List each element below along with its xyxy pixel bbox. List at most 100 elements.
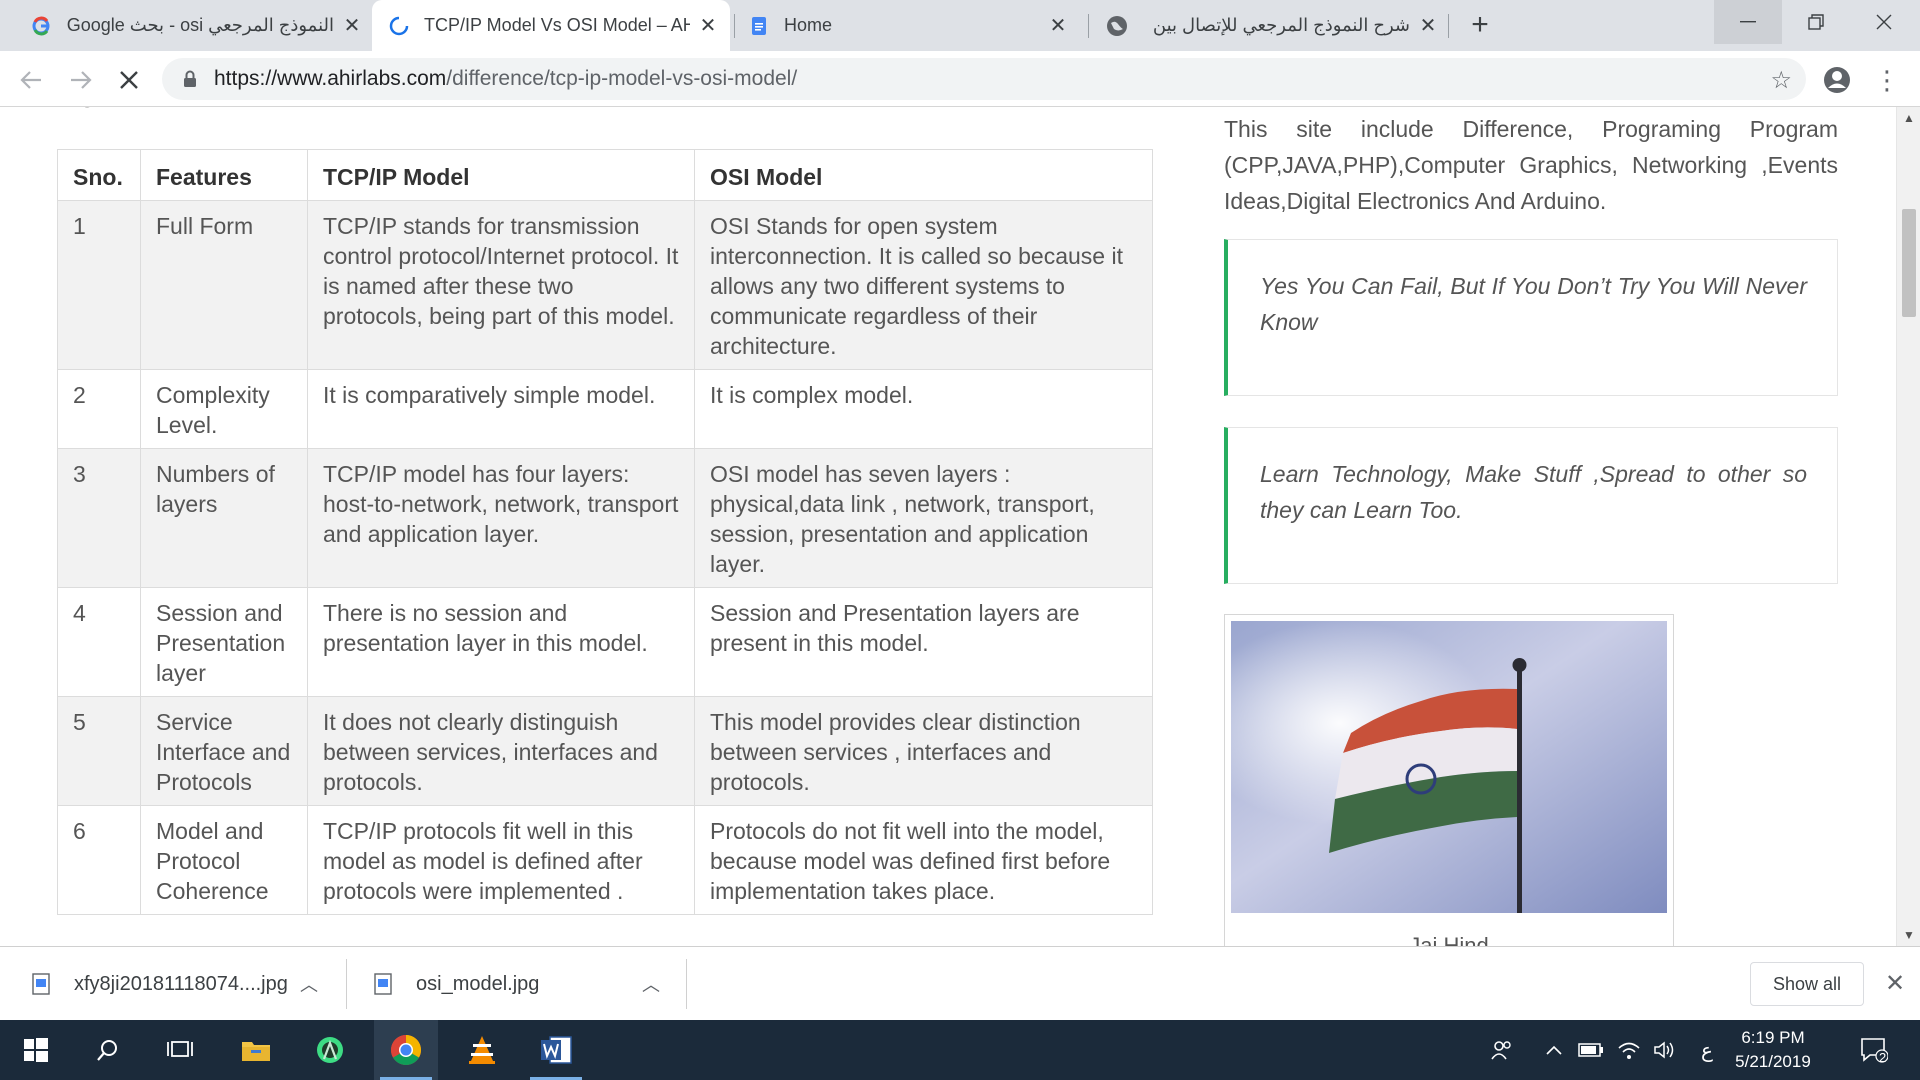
cell-sno: 5: [57, 696, 141, 806]
task-view-icon[interactable]: [148, 1020, 212, 1080]
tab-google-search[interactable]: النموذج المرجعي osi - بحث Google ✕: [20, 0, 372, 51]
url-text: https://www.ahirlabs.com/difference/tcp-…: [214, 67, 797, 91]
lock-icon: [180, 70, 200, 88]
tab-tcpip-vs-osi[interactable]: TCP/IP Model Vs OSI Model – AH ✕: [372, 0, 730, 51]
volume-icon[interactable]: [1648, 1020, 1682, 1080]
cell-tcpip: It is comparatively simple model.: [307, 369, 695, 449]
chevron-up-icon[interactable]: ︿: [300, 971, 318, 997]
battery-icon[interactable]: [1574, 1020, 1608, 1080]
forward-button[interactable]: [64, 63, 98, 97]
android-studio-icon[interactable]: [298, 1020, 362, 1080]
arrow-right-icon: [71, 71, 92, 89]
tab-title: TCP/IP Model Vs OSI Model – AH: [424, 15, 690, 35]
chevron-up-icon[interactable]: ︿: [642, 971, 660, 997]
tab-arabic-osi[interactable]: شرح النموذج المرجعي للإتصال بين ✕: [1098, 0, 1448, 51]
people-icon[interactable]: [1484, 1020, 1520, 1080]
scroll-up-arrow-icon[interactable]: ▲: [1897, 111, 1920, 125]
download-item[interactable]: osi_model.jpg ︿: [374, 947, 684, 1021]
cell-sno: 4: [57, 587, 141, 697]
tab-separator: [1448, 14, 1449, 38]
globe-icon: [1106, 15, 1128, 37]
cell-feature: Session and Presentation layer: [140, 587, 308, 697]
browser-toolbar: https://www.ahirlabs.com/difference/tcp-…: [0, 51, 1920, 107]
table-row: 1 Full Form TCP/IP stands for transmissi…: [57, 200, 1153, 370]
cell-tcpip: TCP/IP model has four layers: host-to-ne…: [307, 448, 695, 588]
wifi-icon[interactable]: [1612, 1020, 1646, 1080]
loading-spinner-icon: [388, 15, 410, 37]
cell-feature: Model and Protocol Coherence: [140, 805, 308, 915]
table-row: 4 Session and Presentation layer There i…: [57, 587, 1153, 697]
file-explorer-icon[interactable]: [224, 1020, 288, 1080]
address-bar[interactable]: https://www.ahirlabs.com/difference/tcp-…: [162, 58, 1806, 100]
comparison-table: Sno. Features TCP/IP Model OSI Model 1 F…: [57, 149, 1153, 915]
input-language-indicator[interactable]: ع: [1690, 1020, 1724, 1080]
image-file-icon: [32, 973, 50, 995]
bookmark-star-icon[interactable]: ☆: [1770, 66, 1792, 95]
scroll-down-arrow-icon[interactable]: ▼: [1897, 928, 1920, 942]
cell-osi: Session and Presentation layers are pres…: [694, 587, 1153, 697]
close-window-button[interactable]: [1850, 0, 1918, 44]
google-g-icon: [30, 15, 52, 37]
quote-block: Learn Technology, Make Stuff ,Spread to …: [1224, 427, 1838, 584]
windows-taskbar: ع 6:19 PM 5/21/2019 2: [0, 1020, 1920, 1080]
tab-close-icon[interactable]: ✕: [340, 14, 364, 38]
page-viewport: Form Sno. Features TCP/IP Model OSI Mode…: [0, 107, 1920, 946]
cell-feature: Full Form: [140, 200, 308, 370]
site-description: This site include Difference, Programing…: [1224, 116, 1838, 214]
show-all-downloads-button[interactable]: Show all: [1750, 962, 1864, 1006]
tab-home[interactable]: Home ✕: [738, 0, 1078, 51]
indian-flag-image[interactable]: [1231, 621, 1667, 913]
restore-button[interactable]: [1782, 0, 1850, 44]
table-row: 3 Numbers of layers TCP/IP model has fou…: [57, 448, 1153, 588]
download-shelf: xfy8ji20181118074....jpg ︿ osi_model.jpg…: [0, 946, 1920, 1020]
download-filename: xfy8ji20181118074....jpg: [74, 972, 288, 995]
tab-title: Home: [784, 15, 833, 35]
chrome-icon[interactable]: [374, 1020, 438, 1080]
cell-sno: 3: [57, 448, 141, 588]
column-header: Features: [140, 149, 308, 201]
table-row: 5 Service Interface and Protocols It doe…: [57, 696, 1153, 806]
cell-osi: It is complex model.: [694, 369, 1153, 449]
cell-tcpip: It does not clearly distinguish between …: [307, 696, 695, 806]
close-icon: [120, 71, 138, 89]
image-caption: Jai Hind: [1409, 933, 1489, 946]
clock-date: 5/21/2019: [1735, 1052, 1811, 1071]
tab-close-icon[interactable]: ✕: [1416, 14, 1440, 38]
tab-strip: النموذج المرجعي osi - بحث Google ✕ TCP/I…: [0, 0, 1920, 51]
arrow-left-icon: [20, 71, 41, 89]
profile-avatar-icon[interactable]: [1822, 65, 1852, 95]
tab-separator: [734, 14, 735, 38]
page-scrollbar[interactable]: ▲ ▼: [1896, 107, 1920, 946]
download-item[interactable]: xfy8ji20181118074....jpg ︿: [32, 947, 342, 1021]
back-button[interactable]: [14, 63, 48, 97]
cell-sno: 6: [57, 805, 141, 915]
url-path: /difference/tcp-ip-model-vs-osi-model/: [446, 67, 798, 90]
stop-loading-button[interactable]: [112, 63, 146, 97]
chevron-up-icon[interactable]: [1538, 1020, 1570, 1080]
column-header: TCP/IP Model: [307, 149, 695, 201]
table-row: 2 Complexity Level. It is comparatively …: [57, 369, 1153, 449]
vlc-icon[interactable]: [450, 1020, 514, 1080]
tab-close-icon[interactable]: ✕: [1046, 14, 1070, 38]
scrollbar-thumb[interactable]: [1902, 209, 1916, 317]
windows-start-icon[interactable]: [4, 1020, 68, 1080]
word-icon[interactable]: [524, 1020, 588, 1080]
close-icon[interactable]: ✕: [1880, 967, 1910, 1001]
new-tab-button[interactable]: +: [1462, 10, 1498, 41]
notifications-icon[interactable]: 2: [1850, 1020, 1898, 1080]
system-clock[interactable]: 6:19 PM 5/21/2019: [1728, 1026, 1818, 1074]
search-icon[interactable]: [76, 1020, 140, 1080]
cell-tcpip: There is no session and presentation lay…: [307, 587, 695, 697]
browser-menu-icon[interactable]: ⋮: [1872, 63, 1902, 97]
minimize-button[interactable]: [1714, 0, 1782, 44]
download-separator: [346, 959, 347, 1009]
docs-icon: [748, 15, 770, 37]
cell-sno: 1: [57, 200, 141, 370]
download-separator: [686, 959, 687, 1009]
tab-title: النموذج المرجعي osi - بحث Google: [66, 15, 334, 35]
cell-osi: OSI model has seven layers : physical,da…: [694, 448, 1153, 588]
cell-osi: This model provides clear distinction be…: [694, 696, 1153, 806]
column-header: Sno.: [57, 149, 141, 201]
cell-tcpip: TCP/IP stands for transmission control p…: [307, 200, 695, 370]
tab-close-icon[interactable]: ✕: [696, 14, 720, 38]
